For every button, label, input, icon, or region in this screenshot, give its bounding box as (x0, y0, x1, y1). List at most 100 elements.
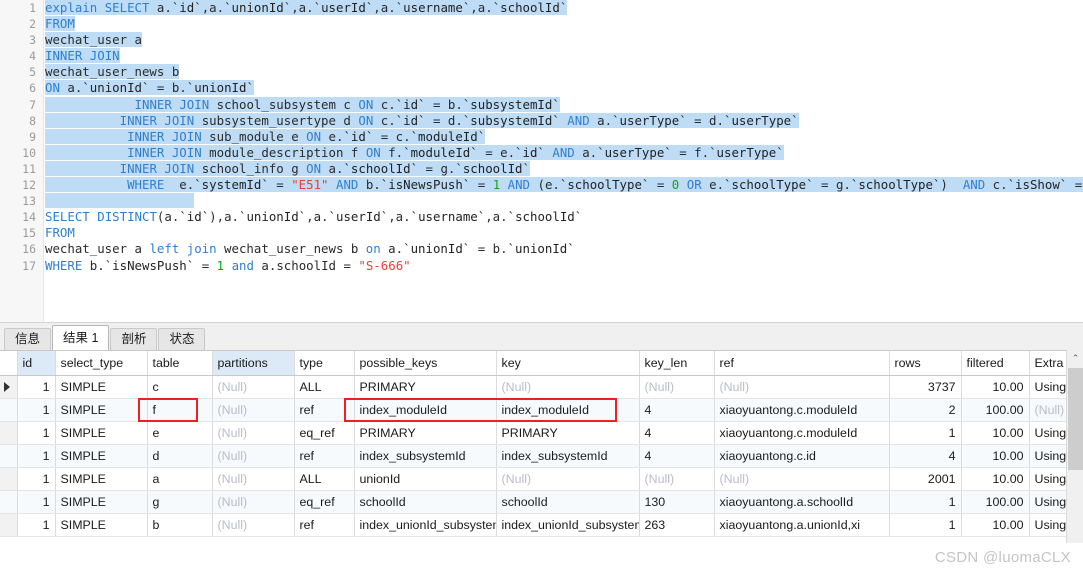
row-marker[interactable] (0, 513, 18, 537)
table-row[interactable]: 1 SIMPLE e (Null) eq_ref PRIMARY PRIMARY 4 xiaoy… (0, 421, 1083, 445)
column-header-type[interactable]: type (294, 351, 355, 376)
column-header-rows[interactable]: rows (889, 351, 962, 376)
cell-key[interactable]: index_moduleId (496, 398, 640, 422)
cell-key[interactable]: (Null) (496, 467, 640, 491)
cell-key[interactable]: index_unionId_subsysteml (496, 513, 640, 537)
table-row[interactable]: 1 SIMPLE c (Null) ALL PRIMARY (Null) (Null) (Nul… (0, 375, 1083, 399)
cell-partitions[interactable]: (Null) (212, 421, 295, 445)
cell-rows[interactable]: 4 (889, 444, 962, 468)
cell-possible_keys[interactable]: index_unionId_subsysteml (354, 513, 497, 537)
cell-filtered[interactable]: 10.00 (961, 375, 1030, 399)
cell-ref[interactable]: xiaoyuantong.c.id (714, 444, 890, 468)
column-header-key_len[interactable]: key_len (639, 351, 715, 376)
cell-id[interactable]: 1 (17, 444, 56, 468)
cell-select_type[interactable]: SIMPLE (55, 513, 148, 537)
cell-filtered[interactable]: 10.00 (961, 513, 1030, 537)
cell-ref[interactable]: xiaoyuantong.a.unionId,xi (714, 513, 890, 537)
cell-type[interactable]: ALL (294, 375, 355, 399)
cell-rows[interactable]: 1 (889, 513, 962, 537)
table-row[interactable]: 1 SIMPLE b (Null) ref index_unionId_subsystem… (0, 513, 1083, 537)
cell-type[interactable]: eq_ref (294, 421, 355, 445)
cell-table[interactable]: f (147, 398, 213, 422)
cell-rows[interactable]: 3737 (889, 375, 962, 399)
cell-id[interactable]: 1 (17, 467, 56, 491)
cell-table[interactable]: b (147, 513, 213, 537)
column-header-filtered[interactable]: filtered (961, 351, 1030, 376)
cell-key_len[interactable]: 4 (639, 398, 715, 422)
column-header-select_type[interactable]: select_type (55, 351, 148, 376)
cell-possible_keys[interactable]: unionId (354, 467, 497, 491)
cell-ref[interactable]: xiaoyuantong.c.moduleId (714, 398, 890, 422)
cell-key[interactable]: schoolId (496, 490, 640, 514)
tab-1[interactable]: 结果 1 (52, 325, 110, 351)
cell-partitions[interactable]: (Null) (212, 513, 295, 537)
cell-possible_keys[interactable]: index_moduleId (354, 398, 497, 422)
column-header-possible_keys[interactable]: possible_keys (354, 351, 497, 376)
table-row[interactable]: 1 SIMPLE d (Null) ref index_subsystemId index_… (0, 444, 1083, 468)
column-header-ref[interactable]: ref (714, 351, 890, 376)
row-marker[interactable] (0, 421, 18, 445)
sql-editor[interactable]: 1 2 3 4 5 6 7 8 9 10 11 12 13 14 15 16 17 explain SELECT… (0, 0, 1083, 322)
cell-select_type[interactable]: SIMPLE (55, 444, 148, 468)
grid-vertical-scrollbar[interactable]: ⌃ (1066, 350, 1083, 543)
sql-code-area[interactable]: explain SELECT a.`id`,a.`unionId`,a.`use… (45, 0, 1083, 322)
row-marker[interactable] (0, 398, 18, 422)
tab-3[interactable]: 状态 (158, 328, 206, 351)
cell-filtered[interactable]: 10.00 (961, 421, 1030, 445)
cell-key_len[interactable]: (Null) (639, 375, 715, 399)
cell-id[interactable]: 1 (17, 398, 56, 422)
row-marker[interactable] (0, 444, 18, 468)
cell-rows[interactable]: 2001 (889, 467, 962, 491)
cell-table[interactable]: d (147, 444, 213, 468)
cell-table[interactable]: g (147, 490, 213, 514)
row-marker[interactable] (0, 467, 18, 491)
cell-rows[interactable]: 1 (889, 421, 962, 445)
table-row[interactable]: 1 SIMPLE a (Null) ALL unionId (Null) (Null) (Nul… (0, 467, 1083, 491)
cell-type[interactable]: ref (294, 398, 355, 422)
cell-key_len[interactable]: 263 (639, 513, 715, 537)
cell-ref[interactable]: (Null) (714, 467, 890, 491)
cell-ref[interactable]: (Null) (714, 375, 890, 399)
column-header-partitions[interactable]: partitions (212, 351, 295, 376)
cell-partitions[interactable]: (Null) (212, 398, 295, 422)
cell-partitions[interactable]: (Null) (212, 467, 295, 491)
column-header-table[interactable]: table (147, 351, 213, 376)
cell-type[interactable]: ALL (294, 467, 355, 491)
cell-possible_keys[interactable]: schoolId (354, 490, 497, 514)
cell-id[interactable]: 1 (17, 490, 56, 514)
cell-ref[interactable]: xiaoyuantong.a.schoolId (714, 490, 890, 514)
cell-select_type[interactable]: SIMPLE (55, 467, 148, 491)
table-row[interactable]: 1 SIMPLE g (Null) eq_ref schoolId schoolId 130 x… (0, 490, 1083, 514)
cell-ref[interactable]: xiaoyuantong.c.moduleId (714, 421, 890, 445)
cell-rows[interactable]: 2 (889, 398, 962, 422)
cell-type[interactable]: ref (294, 513, 355, 537)
explain-result-grid[interactable]: id select_type table partitions type possible… (0, 350, 1083, 543)
cell-possible_keys[interactable]: PRIMARY (354, 421, 497, 445)
cell-id[interactable]: 1 (17, 421, 56, 445)
cell-filtered[interactable]: 100.00 (961, 490, 1030, 514)
cell-filtered[interactable]: 100.00 (961, 398, 1030, 422)
tab-2[interactable]: 剖析 (110, 328, 158, 351)
cell-select_type[interactable]: SIMPLE (55, 375, 148, 399)
cell-id[interactable]: 1 (17, 375, 56, 399)
cell-table[interactable]: a (147, 467, 213, 491)
cell-id[interactable]: 1 (17, 513, 56, 537)
cell-key_len[interactable]: 4 (639, 421, 715, 445)
scrollbar-thumb[interactable] (1068, 368, 1083, 470)
column-header-id[interactable]: id (17, 351, 56, 376)
cell-select_type[interactable]: SIMPLE (55, 490, 148, 514)
row-marker[interactable] (0, 490, 18, 514)
cell-rows[interactable]: 1 (889, 490, 962, 514)
cell-key_len[interactable]: 4 (639, 444, 715, 468)
cell-key_len[interactable]: 130 (639, 490, 715, 514)
cell-key_len[interactable]: (Null) (639, 467, 715, 491)
cell-table[interactable]: e (147, 421, 213, 445)
cell-partitions[interactable]: (Null) (212, 375, 295, 399)
cell-partitions[interactable]: (Null) (212, 444, 295, 468)
cell-select_type[interactable]: SIMPLE (55, 421, 148, 445)
cell-key[interactable]: index_subsystemId (496, 444, 640, 468)
cell-select_type[interactable]: SIMPLE (55, 398, 148, 422)
column-header-key[interactable]: key (496, 351, 640, 376)
cell-filtered[interactable]: 10.00 (961, 467, 1030, 491)
cell-possible_keys[interactable]: index_subsystemId (354, 444, 497, 468)
